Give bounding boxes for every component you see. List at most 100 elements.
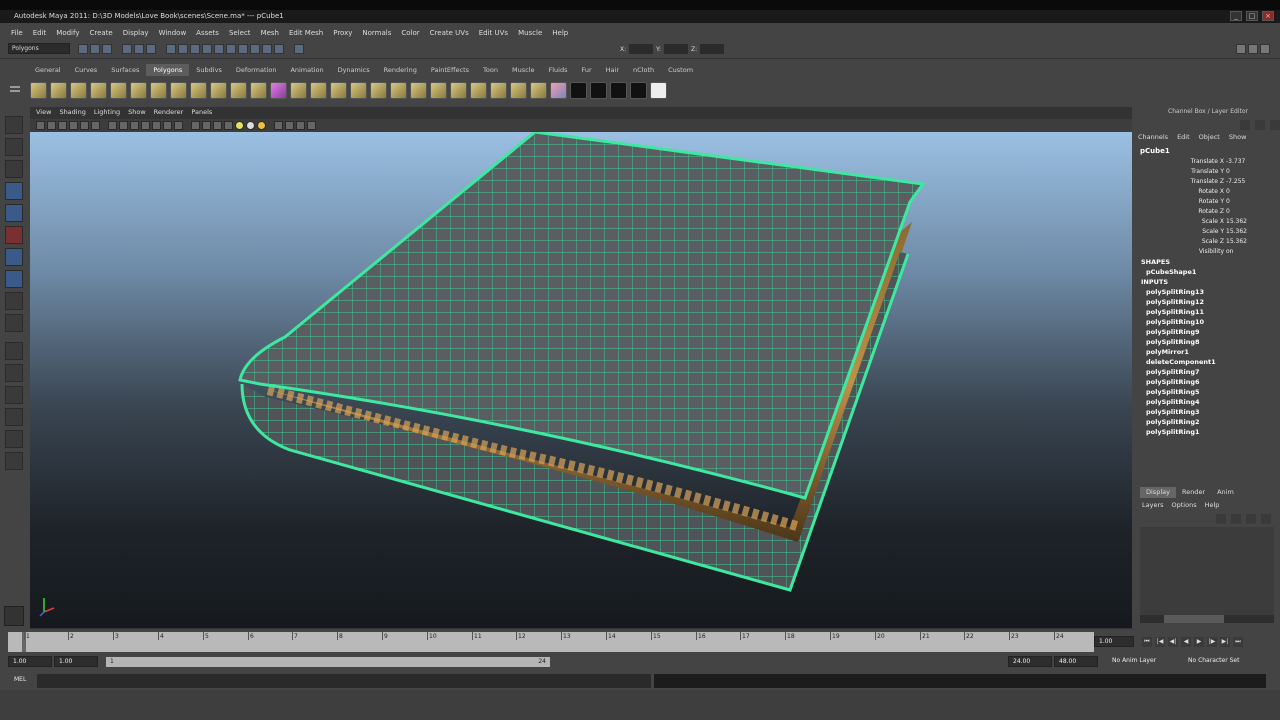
lasso-tool-icon[interactable]	[5, 138, 23, 156]
input-node[interactable]: polySplitRing9	[1146, 327, 1200, 337]
attr-value[interactable]: -3.737	[1224, 157, 1260, 167]
xray-joints-icon[interactable]	[296, 121, 305, 130]
poly-cylinder-icon[interactable]	[70, 81, 87, 99]
command-input[interactable]	[37, 674, 651, 688]
open-scene-icon[interactable]	[90, 44, 100, 54]
new-scene-icon[interactable]	[78, 44, 88, 54]
render-settings-icon[interactable]	[262, 44, 272, 54]
attr-row[interactable]: Translate Y0	[1140, 167, 1260, 177]
append-polygon-icon[interactable]	[430, 81, 447, 99]
input-node[interactable]: polySplitRing5	[1146, 387, 1200, 397]
poly-pyramid-icon[interactable]	[150, 81, 167, 99]
soft-modification-icon[interactable]	[5, 270, 23, 288]
shadows-icon[interactable]	[246, 121, 255, 130]
y-field[interactable]	[664, 44, 689, 54]
layer-tab-display[interactable]: Display	[1140, 487, 1176, 498]
move-tool-icon[interactable]	[5, 182, 23, 200]
menu-proxy[interactable]: Proxy	[328, 27, 357, 39]
menu-select[interactable]: Select	[224, 27, 256, 39]
menu-color[interactable]: Color	[396, 27, 424, 39]
snap-curve-icon[interactable]	[178, 44, 188, 54]
snap-view-plane-icon[interactable]	[202, 44, 212, 54]
shelf-tab-polygons[interactable]: Polygons	[146, 64, 190, 76]
panel-menu-show[interactable]: Show	[124, 107, 150, 118]
menu-create[interactable]: Create	[84, 27, 117, 39]
bridge-icon[interactable]	[410, 81, 427, 99]
offset-edge-loop-icon[interactable]	[490, 81, 507, 99]
attr-value[interactable]: 0	[1224, 207, 1260, 217]
maximize-button[interactable]: □	[1246, 11, 1258, 21]
poly-cube-icon[interactable]	[50, 81, 67, 99]
panel-menu-view[interactable]: View	[32, 107, 55, 118]
input-node[interactable]: polySplitRing11	[1146, 307, 1204, 317]
play-backwards-icon[interactable]: ◀	[1181, 637, 1191, 647]
hypershade-layout-icon[interactable]	[5, 430, 23, 448]
menu-create-uvs[interactable]: Create UVs	[425, 27, 474, 39]
attr-row[interactable]: Visibility on	[1140, 247, 1260, 257]
extract-icon[interactable]	[310, 81, 327, 99]
layer-tab-anim[interactable]: Anim	[1211, 487, 1240, 498]
select-tool-icon[interactable]	[5, 116, 23, 134]
anim-layer-selector[interactable]: No Anim Layer	[1108, 656, 1178, 667]
persp-outliner-layout-icon[interactable]	[5, 386, 23, 404]
play-forwards-icon[interactable]: ▶	[1194, 637, 1204, 647]
input-node[interactable]: polyMirror1	[1146, 347, 1189, 357]
attr-row[interactable]: Rotate Y0	[1140, 197, 1260, 207]
insert-edge-loop-icon[interactable]	[470, 81, 487, 99]
menu-file[interactable]: File	[6, 27, 28, 39]
shelf-tab-rendering[interactable]: Rendering	[377, 64, 424, 76]
extrude-icon[interactable]	[390, 81, 407, 99]
two-d-pan-icon[interactable]	[80, 121, 89, 130]
bevel-icon[interactable]	[510, 81, 527, 99]
menu-edit-uvs[interactable]: Edit UVs	[474, 27, 513, 39]
input-line-icon[interactable]	[294, 44, 304, 54]
shelf-tab-general[interactable]: General	[28, 64, 68, 76]
layer-menu-options[interactable]: Options	[1172, 500, 1197, 510]
boolean-union-icon[interactable]	[350, 81, 367, 99]
make-live-icon[interactable]	[214, 44, 224, 54]
settings-icon[interactable]	[1255, 120, 1265, 130]
new-empty-layer-icon[interactable]	[1246, 514, 1256, 524]
safe-action-icon[interactable]	[163, 121, 172, 130]
menu-set-selector[interactable]: Polygons	[8, 43, 70, 54]
show-manipulator-icon[interactable]	[5, 292, 23, 310]
pin-icon[interactable]	[1270, 120, 1280, 130]
menu-help[interactable]: Help	[547, 27, 573, 39]
select-object-icon[interactable]	[134, 44, 144, 54]
field-chart-icon[interactable]	[152, 121, 161, 130]
uv-spherical-icon[interactable]	[610, 81, 627, 99]
step-forward-frame-icon[interactable]: |▶	[1207, 637, 1217, 647]
close-button[interactable]: ×	[1262, 11, 1274, 21]
cb-menu-show[interactable]: Show	[1229, 132, 1247, 142]
smooth-shade-icon[interactable]	[202, 121, 211, 130]
paint-select-icon[interactable]	[5, 160, 23, 178]
combine-icon[interactable]	[270, 81, 287, 99]
new-layer-selected-icon[interactable]	[1261, 514, 1271, 524]
input-node[interactable]: polySplitRing12	[1146, 297, 1204, 307]
attr-row[interactable]: Rotate Z0	[1140, 207, 1260, 217]
input-node[interactable]: polySplitRing8	[1146, 337, 1200, 347]
step-back-key-icon[interactable]: |◀	[1155, 637, 1165, 647]
save-scene-icon[interactable]	[102, 44, 112, 54]
textured-icon[interactable]	[224, 121, 233, 130]
poly-cone-icon[interactable]	[90, 81, 107, 99]
hypershade-icon[interactable]	[274, 44, 284, 54]
shelf-tab-hair[interactable]: Hair	[599, 64, 626, 76]
panel-menu-lighting[interactable]: Lighting	[90, 107, 124, 118]
default-light-icon[interactable]	[257, 121, 266, 130]
shelf-tab-fluids[interactable]: Fluids	[541, 64, 574, 76]
range-slider[interactable]: 1 24	[106, 657, 550, 667]
cb-menu-channels[interactable]: Channels	[1138, 132, 1168, 142]
attr-value[interactable]: 15.362	[1224, 237, 1260, 247]
attribute-editor-icon[interactable]	[1236, 44, 1246, 54]
input-node[interactable]: polySplitRing13	[1146, 287, 1204, 297]
shelf-tab-custom[interactable]: Custom	[661, 64, 700, 76]
tool-settings-icon[interactable]	[4, 606, 24, 626]
move-layer-down-icon[interactable]	[1231, 514, 1241, 524]
image-plane-icon[interactable]	[69, 121, 78, 130]
playback-end-field[interactable]: 24.00	[1008, 656, 1052, 667]
input-node[interactable]: polySplitRing7	[1146, 367, 1200, 377]
select-hierarchy-icon[interactable]	[122, 44, 132, 54]
shelf-tab-toon[interactable]: Toon	[476, 64, 505, 76]
grease-pencil-icon[interactable]	[91, 121, 100, 130]
